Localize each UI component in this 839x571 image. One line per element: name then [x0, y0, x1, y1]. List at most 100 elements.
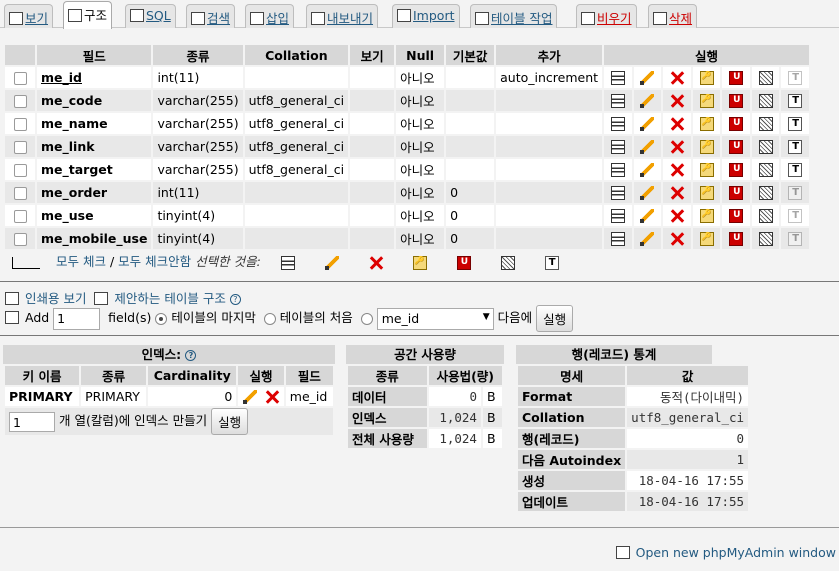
row-checkbox[interactable] — [13, 118, 27, 131]
unique-icon[interactable] — [729, 186, 744, 201]
primary-key-icon[interactable] — [699, 232, 714, 247]
help-icon[interactable]: ? — [185, 350, 197, 361]
edit-icon[interactable] — [640, 209, 655, 224]
tab-operations[interactable]: 테이블 작업 — [470, 4, 558, 28]
drop-icon[interactable] — [670, 140, 684, 154]
uncheck-all-link[interactable]: 모두 체크안함 — [118, 254, 191, 269]
index-icon[interactable] — [758, 94, 773, 109]
drop-icon[interactable] — [670, 232, 684, 246]
field-name[interactable]: me_name — [37, 113, 152, 134]
primary-key-icon[interactable] — [699, 117, 714, 132]
after-field-select[interactable]: me_id — [376, 307, 494, 330]
fulltext-icon[interactable] — [788, 94, 803, 109]
drop-icon[interactable] — [670, 209, 684, 223]
drop-icon[interactable] — [670, 71, 684, 85]
browse-icon[interactable] — [610, 232, 625, 247]
unique-icon[interactable] — [729, 232, 744, 247]
browse-icon[interactable] — [610, 117, 625, 132]
tab-import[interactable]: Import — [392, 4, 460, 28]
drop-icon[interactable] — [670, 117, 684, 131]
browse-icon[interactable] — [610, 186, 625, 201]
primary-key-icon[interactable] — [699, 140, 714, 155]
unique-icon[interactable] — [729, 117, 744, 132]
primary-key-icon[interactable] — [699, 94, 714, 109]
row-checkbox[interactable] — [13, 164, 27, 177]
check-all-link[interactable]: 모두 체크 — [56, 254, 106, 269]
edit-icon[interactable] — [640, 94, 655, 109]
tab-export[interactable]: 내보내기 — [306, 4, 379, 28]
field-name[interactable]: me_id — [37, 67, 152, 88]
edit-icon[interactable] — [640, 117, 655, 132]
bulk-index-icon[interactable] — [500, 255, 515, 270]
browse-icon[interactable] — [610, 71, 625, 86]
field-name[interactable]: me_use — [37, 205, 152, 226]
index-icon[interactable] — [758, 71, 773, 86]
tab-empty[interactable]: 비우기 — [576, 4, 637, 28]
index-icon[interactable] — [758, 209, 773, 224]
field-name[interactable]: me_link — [37, 136, 152, 157]
row-checkbox[interactable] — [13, 95, 27, 108]
print-view-link[interactable]: 인쇄용 보기 — [25, 291, 86, 306]
primary-key-icon[interactable] — [699, 71, 714, 86]
index-column-count-input[interactable]: 1 — [9, 411, 55, 432]
fulltext-icon[interactable] — [788, 71, 803, 86]
row-checkbox[interactable] — [13, 233, 27, 246]
bulk-drop-icon[interactable] — [369, 256, 383, 270]
fulltext-icon[interactable] — [788, 117, 803, 132]
tab-structure[interactable]: 구조 — [63, 1, 113, 29]
bulk-browse-icon[interactable] — [280, 255, 295, 270]
bulk-unique-icon[interactable] — [456, 255, 471, 270]
field-name[interactable]: me_target — [37, 159, 152, 180]
radio-after-field[interactable] — [360, 312, 373, 325]
index-icon[interactable] — [758, 232, 773, 247]
drop-icon[interactable] — [265, 390, 279, 404]
edit-icon[interactable] — [640, 71, 655, 86]
browse-icon[interactable] — [610, 163, 625, 178]
radio-at-beginning[interactable] — [263, 312, 276, 325]
unique-icon[interactable] — [729, 163, 744, 178]
unique-icon[interactable] — [729, 209, 744, 224]
row-checkbox[interactable] — [13, 210, 27, 223]
unique-icon[interactable] — [729, 71, 744, 86]
index-icon[interactable] — [758, 186, 773, 201]
fulltext-icon[interactable] — [788, 209, 803, 224]
field-count-input[interactable]: 1 — [53, 307, 101, 330]
fulltext-icon[interactable] — [788, 140, 803, 155]
tab-search[interactable]: 검색 — [186, 4, 236, 28]
row-checkbox[interactable] — [13, 141, 27, 154]
primary-key-icon[interactable] — [699, 163, 714, 178]
index-icon[interactable] — [758, 117, 773, 132]
tab-drop[interactable]: 삭제 — [648, 4, 698, 28]
bulk-fulltext-icon[interactable] — [544, 255, 559, 270]
drop-icon[interactable] — [670, 163, 684, 177]
browse-icon[interactable] — [610, 209, 625, 224]
open-new-window-link[interactable]: Open new phpMyAdmin window — [636, 545, 836, 560]
fulltext-icon[interactable] — [788, 163, 803, 178]
edit-icon[interactable] — [243, 390, 258, 405]
drop-icon[interactable] — [670, 94, 684, 108]
edit-icon[interactable] — [640, 186, 655, 201]
radio-at-end[interactable] — [155, 312, 168, 325]
fulltext-icon[interactable] — [788, 186, 803, 201]
unique-icon[interactable] — [729, 140, 744, 155]
index-icon[interactable] — [758, 163, 773, 178]
drop-icon[interactable] — [670, 186, 684, 200]
field-name[interactable]: me_mobile_use — [37, 228, 152, 249]
row-checkbox[interactable] — [13, 187, 27, 200]
edit-icon[interactable] — [640, 232, 655, 247]
create-index-go-button[interactable]: 실행 — [211, 408, 249, 435]
add-field-go-button[interactable]: 실행 — [536, 305, 574, 332]
primary-key-icon[interactable] — [699, 186, 714, 201]
propose-structure-link[interactable]: 제안하는 테이블 구조 — [114, 291, 225, 306]
unique-icon[interactable] — [729, 94, 744, 109]
edit-icon[interactable] — [640, 163, 655, 178]
index-icon[interactable] — [758, 140, 773, 155]
tab-insert[interactable]: 삽입 — [245, 4, 295, 28]
field-name[interactable]: me_code — [37, 90, 152, 111]
bulk-edit-icon[interactable] — [324, 255, 339, 270]
bulk-primary-icon[interactable] — [412, 255, 427, 270]
row-checkbox[interactable] — [13, 72, 27, 85]
tab-browse[interactable]: 보기 — [4, 4, 54, 28]
browse-icon[interactable] — [610, 140, 625, 155]
field-name[interactable]: me_order — [37, 182, 152, 203]
